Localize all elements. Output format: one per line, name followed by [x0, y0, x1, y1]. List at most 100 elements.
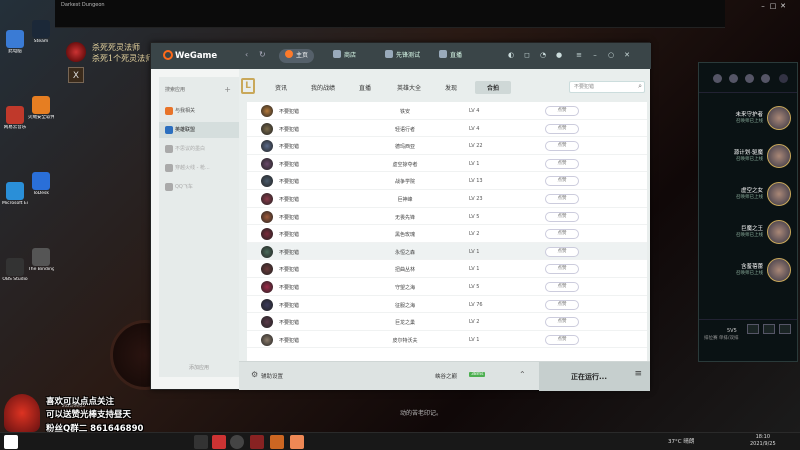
sidebar-item-3[interactable]: 穿越火线 - 枪...	[159, 160, 239, 176]
subtab-1[interactable]: 我的战绩	[311, 83, 335, 92]
sidebar-item-2[interactable]: 不思议的墨白	[159, 141, 239, 157]
desktop-shortcut[interactable]: OBS Studio	[2, 258, 28, 282]
chat-icon[interactable]	[747, 324, 759, 334]
desktop-shortcut[interactable]: ToDesk	[28, 172, 54, 196]
friend-avatar-small[interactable]	[713, 74, 722, 83]
table-row[interactable]: 不要犯错 铁安 LV 4 点赞	[247, 102, 647, 120]
close-icon[interactable]: ✕	[623, 51, 631, 59]
table-row[interactable]: 不要犯错 征服之海 LV 76 点赞	[247, 296, 647, 314]
like-button[interactable]: 点赞	[545, 317, 579, 328]
like-button[interactable]: 点赞	[545, 211, 579, 222]
table-row[interactable]: 不要犯错 巨龙之巢 LV 2 点赞	[247, 313, 647, 331]
obs-icon[interactable]	[230, 435, 244, 449]
friend-avatar-small[interactable]	[761, 74, 770, 83]
desktop-shortcut[interactable]: 网易云音乐	[2, 106, 28, 130]
friend-item[interactable]: 巨魔之王 召唤师已上线	[699, 217, 797, 247]
subtab-3[interactable]: 英雄大全	[397, 83, 421, 92]
nav-tab-0[interactable]: 主页	[279, 49, 315, 63]
desktop-shortcut[interactable]: Microsoft Edge	[2, 182, 28, 206]
like-button[interactable]: 点赞	[545, 141, 579, 152]
desktop-shortcut[interactable]: 此电脑	[2, 30, 28, 54]
friends-icon[interactable]: ◔	[539, 51, 547, 59]
add-app-button[interactable]: 添加应用	[159, 364, 239, 371]
table-row[interactable]: 不要犯错 扭曲丛林 LV 1 点赞	[247, 260, 647, 278]
like-button[interactable]: 点赞	[545, 176, 579, 187]
table-row[interactable]: 不要犯错 黑色玫瑰 LV 2 点赞	[247, 225, 647, 243]
app-search[interactable]: 搜索应用 +	[165, 83, 233, 97]
app-icon-red[interactable]	[212, 435, 226, 449]
friend-avatar-small[interactable]	[745, 74, 754, 83]
like-button[interactable]: 点赞	[545, 334, 579, 345]
back-arrow-icon[interactable]: ‹	[245, 50, 248, 59]
table-row[interactable]: 不要犯错 皮尔特沃夫 LV 1 点赞	[247, 331, 647, 349]
refresh-icon[interactable]: ↻	[259, 50, 266, 59]
clock[interactable]: 18:10 2021/9/25	[750, 434, 776, 448]
start-icon[interactable]	[4, 435, 18, 449]
friend-avatar-small[interactable]	[729, 74, 738, 83]
add-friend-icon[interactable]	[779, 74, 788, 83]
launch-menu-icon[interactable]: ≡	[634, 370, 642, 379]
avatar-icon[interactable]: ●	[555, 51, 563, 59]
subtab-2[interactable]: 直播	[359, 83, 371, 92]
nav-tab-2[interactable]: 先锋测试	[379, 49, 426, 63]
game-window-titlebar[interactable]: Darkest Dungeon	[55, 0, 725, 28]
game-icon[interactable]	[250, 435, 264, 449]
region-selector[interactable]: 峡谷之巅	[435, 372, 457, 380]
friend-item[interactable]: 未来守护者 召唤师已上线	[699, 103, 797, 133]
minimize-icon[interactable]: –	[591, 51, 599, 59]
maximize-icon[interactable]: □	[768, 2, 778, 10]
desktop-shortcut[interactable]: 火绒安全软件	[28, 96, 54, 120]
league-logo-icon[interactable]: L	[241, 78, 255, 94]
table-row[interactable]: 不要犯错 守望之海 LV 5 点赞	[247, 278, 647, 296]
close-icon[interactable]: ✕	[778, 2, 788, 10]
like-button[interactable]: 点赞	[545, 264, 579, 275]
like-button[interactable]: 点赞	[545, 158, 579, 169]
window-controls[interactable]: – □ ✕	[758, 2, 798, 12]
download-icon[interactable]: ◐	[507, 51, 515, 59]
table-row[interactable]: 不要犯错 巨神峰 LV 23 点赞	[247, 190, 647, 208]
chevron-up-icon[interactable]: ⌃	[519, 370, 526, 379]
message-icon[interactable]: ◻	[523, 51, 531, 59]
nav-tab-1[interactable]: 商店	[327, 49, 362, 63]
task-view-icon[interactable]	[194, 435, 208, 449]
like-button[interactable]: 点赞	[545, 299, 579, 310]
subtab-5[interactable]: 合拍	[475, 81, 512, 94]
like-button[interactable]: 点赞	[545, 193, 579, 204]
weather-widget[interactable]: 37°C 晴朗	[668, 437, 694, 445]
settings-icon[interactable]	[779, 324, 791, 334]
desktop-shortcut[interactable]: The Binding of Isaac	[28, 248, 54, 272]
like-button[interactable]: 点赞	[545, 123, 579, 134]
table-row[interactable]: 不要犯错 战争学院 LV 13 点赞	[247, 172, 647, 190]
table-row[interactable]: 不要犯错 虚空掠夺者 LV 1 点赞	[247, 155, 647, 173]
league-icon[interactable]	[270, 435, 284, 449]
sidebar-item-1[interactable]: 英雄联盟	[159, 122, 239, 138]
table-row[interactable]: 不要犯错 永恒之森 LV 1 点赞	[247, 242, 647, 261]
subtab-4[interactable]: 发现	[445, 83, 457, 92]
wegame-icon[interactable]	[290, 435, 304, 449]
desktop-shortcut[interactable]: Steam	[28, 20, 54, 44]
friend-item[interactable]: 含羞蓓蕾 召唤师已上线	[699, 255, 797, 285]
like-button[interactable]: 点赞	[545, 246, 579, 257]
minimize-icon[interactable]: –	[758, 2, 768, 10]
sidebar-item-4[interactable]: QQ飞车	[159, 179, 239, 195]
add-app-icon[interactable]: +	[224, 83, 231, 97]
wegame-logo[interactable]: WeGame	[163, 50, 217, 61]
table-row[interactable]: 不要犯错 无畏先锋 LV 5 点赞	[247, 208, 647, 226]
launch-button[interactable]: 正在运行... ≡	[539, 362, 650, 391]
gear-icon[interactable]: ⚙	[251, 371, 258, 379]
search-icon[interactable]: ⌕	[638, 81, 642, 91]
summoner-search-input[interactable]: 不要犯错 ⌕	[569, 81, 645, 93]
table-row[interactable]: 不要犯错 轻语行者 LV 4 点赞	[247, 120, 647, 138]
friend-item[interactable]: 源计划·驱魔 召唤师已上线	[699, 141, 797, 171]
notification-icon[interactable]	[763, 324, 775, 334]
nav-tab-3[interactable]: 直播	[433, 49, 468, 63]
maximize-icon[interactable]: ○	[607, 51, 615, 59]
assist-settings-button[interactable]: 辅助设置	[261, 372, 283, 380]
sidebar-item-0[interactable]: 与我相关	[159, 103, 239, 119]
like-button[interactable]: 点赞	[545, 281, 579, 292]
table-row[interactable]: 不要犯错 德玛西亚 LV 22 点赞	[247, 137, 647, 155]
menu-icon[interactable]: ≡	[575, 51, 583, 59]
like-button[interactable]: 点赞	[545, 229, 579, 240]
like-button[interactable]: 点赞	[545, 106, 579, 116]
subtab-0[interactable]: 资讯	[275, 83, 287, 92]
